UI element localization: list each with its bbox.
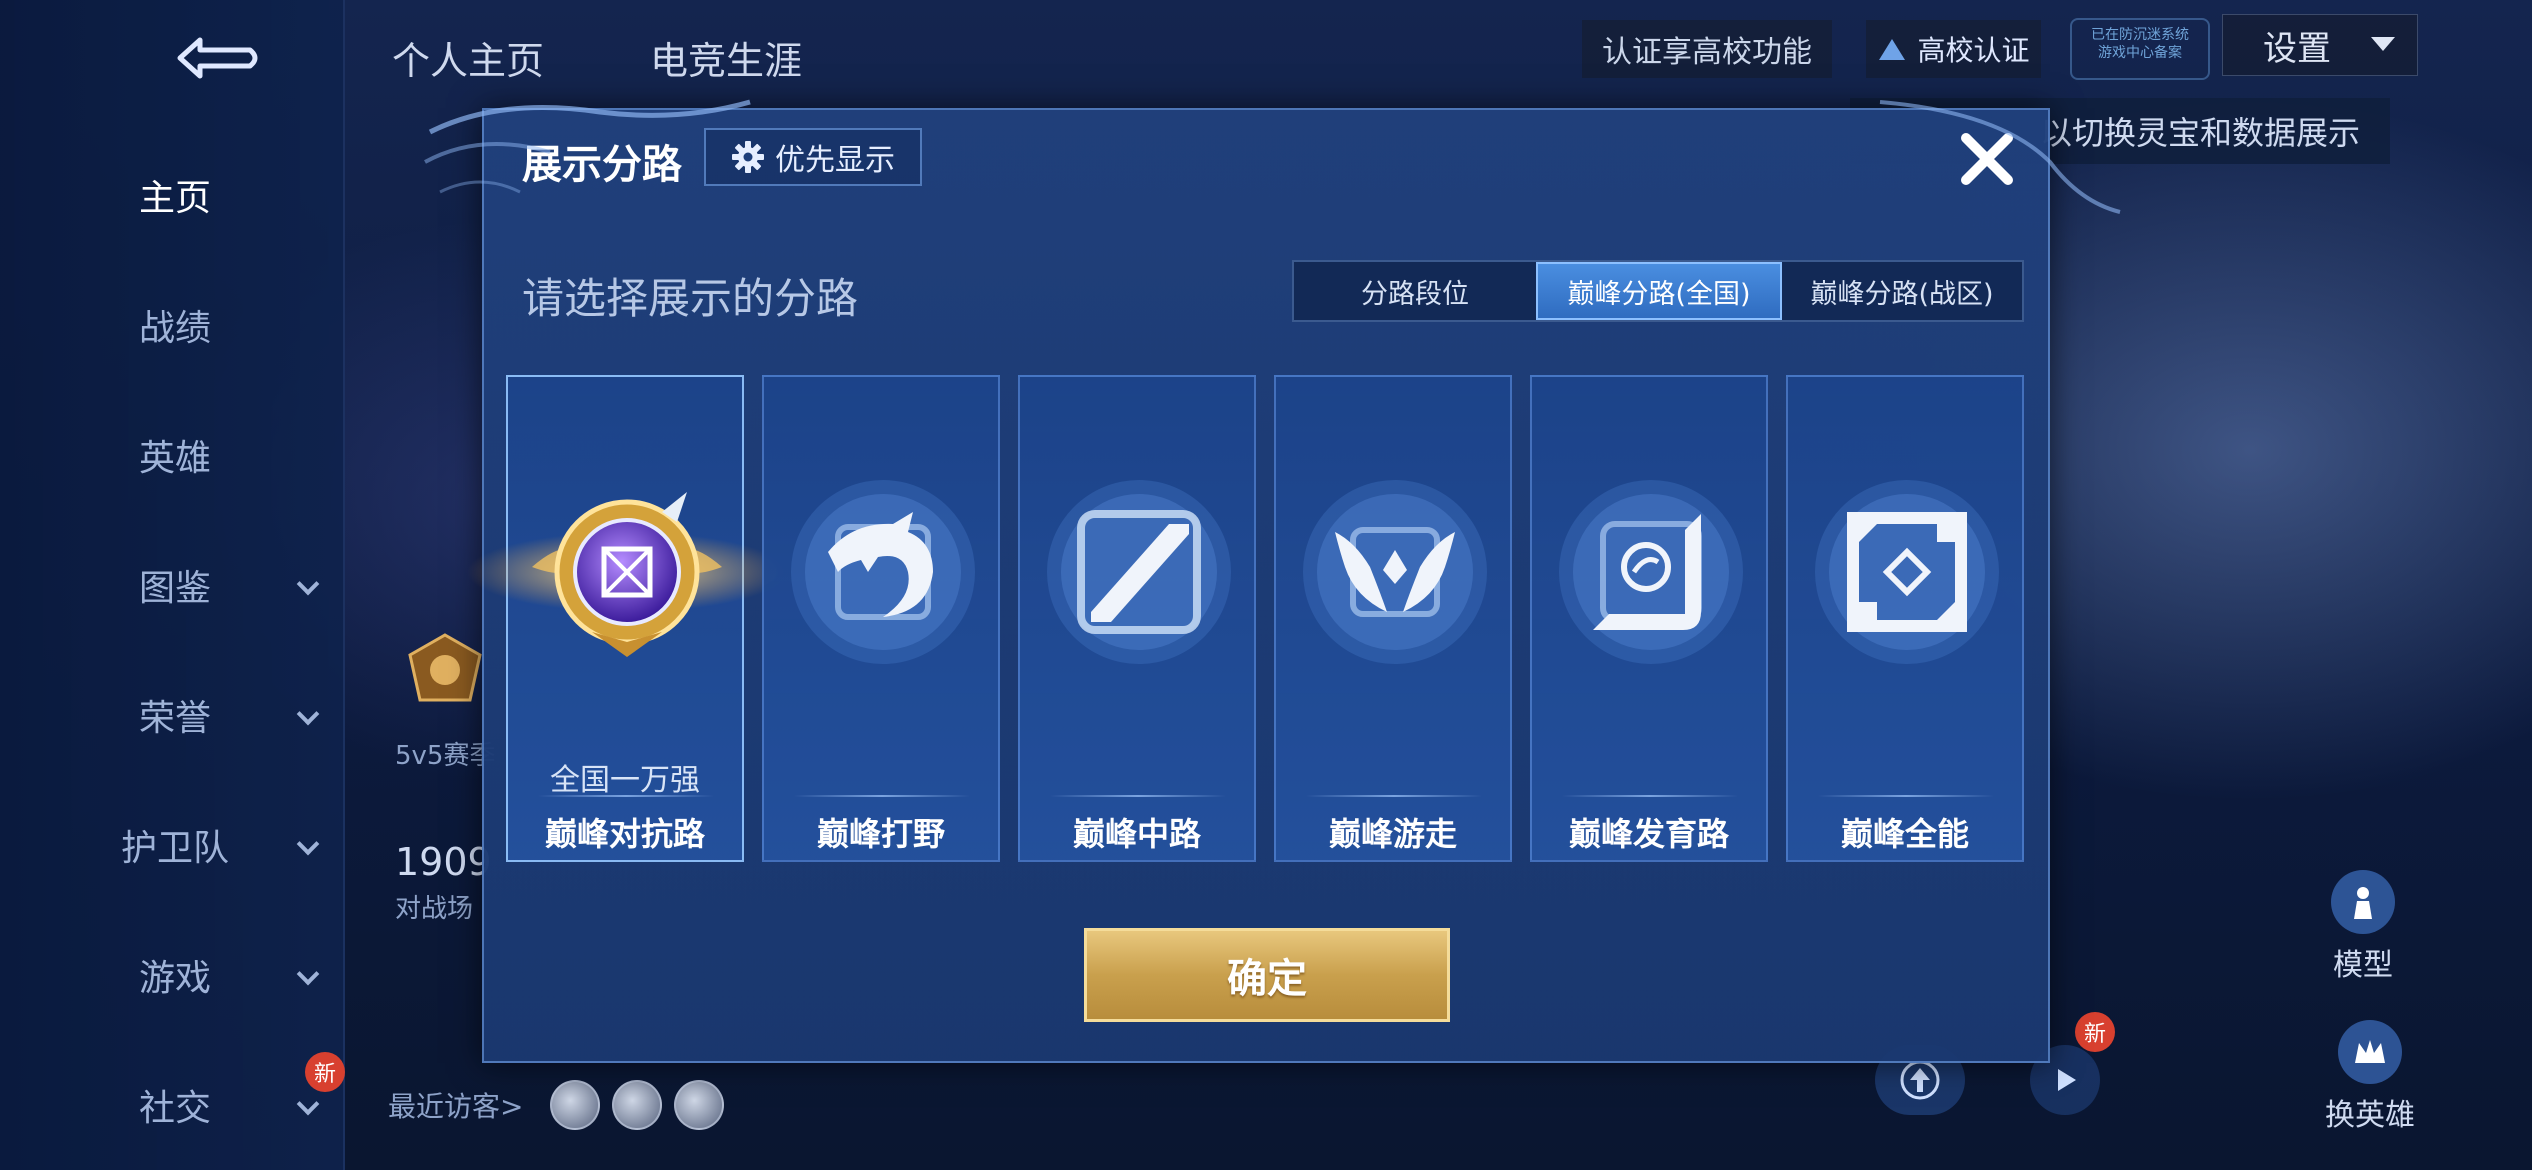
sidebar-item-label: 荣誉 — [138, 698, 212, 739]
battle-count-label: 对战场 — [395, 894, 474, 924]
wings-roam-icon — [1295, 472, 1495, 672]
avatar[interactable] — [674, 1080, 724, 1130]
mode-text: 5v5赛季 — [395, 741, 496, 771]
chevron-down-icon — [296, 1092, 320, 1116]
card-lane-name: 巅峰发育路 — [1568, 815, 1729, 853]
tab-esports-career[interactable]: 电竞生涯 — [650, 30, 802, 85]
close-icon[interactable] — [1952, 124, 2022, 194]
card-divider — [794, 795, 970, 797]
modal-subtitle: 请选择展示的分路 — [522, 274, 859, 323]
avatar[interactable] — [550, 1080, 600, 1130]
chevron-down-icon — [296, 702, 320, 726]
person-icon — [2331, 870, 2395, 934]
sidebar-item-label: 图鉴 — [138, 568, 212, 609]
sidebar-item-home[interactable]: 主页 — [0, 150, 345, 240]
mid-lane-slash-icon — [1039, 472, 1239, 672]
lane-card-mid[interactable]: 巅峰中路 — [1018, 375, 1256, 862]
model-label: 模型 — [2333, 948, 2393, 983]
tab-lane-rank[interactable]: 分路段位 — [1294, 262, 1536, 320]
chevron-down-icon — [296, 572, 320, 596]
anti-addiction-line: 游戏中心备案 — [2098, 45, 2182, 61]
bot-lane-icon — [1551, 472, 1751, 672]
lane-display-modal: 展示分路 优先显示 请选择展示的分路 分路段位 巅峰分路(全国) 巅峰分路(战区… — [467, 108, 2050, 1063]
lane-mode-segmented-control: 分路段位 巅峰分路(全国) 巅峰分路(战区) — [1292, 260, 2024, 322]
tab-peak-lane-region[interactable]: 巅峰分路(战区) — [1782, 262, 2022, 320]
priority-display-button[interactable]: 优先显示 — [704, 128, 922, 186]
chevron-down-icon — [296, 832, 320, 856]
tab-peak-lane-national[interactable]: 巅峰分路(全国) — [1536, 262, 1782, 320]
change-hero-button[interactable]: 换英雄 — [2300, 1020, 2440, 1133]
battle-count: 1909 — [395, 840, 492, 884]
card-divider — [1818, 795, 1994, 797]
sidebar-item-records[interactable]: 战绩 — [0, 280, 345, 370]
card-divider — [538, 795, 714, 797]
settings-label: 设置 — [2263, 28, 2331, 69]
caret-down-icon — [2371, 37, 2395, 51]
sidebar-item-games[interactable]: 游戏 — [0, 930, 345, 1020]
lane-card-bot[interactable]: 巅峰发育路 — [1530, 375, 1768, 862]
modal-title: 展示分路 — [522, 142, 682, 188]
top-lane-emblem-icon — [467, 472, 787, 672]
back-arrow-icon[interactable] — [160, 30, 270, 86]
sidebar-item-codex[interactable]: 图鉴 — [0, 540, 345, 630]
dragon-jungle-icon — [783, 472, 983, 672]
mountain-icon — [1879, 39, 1906, 60]
all-round-icon — [1807, 472, 2007, 672]
anti-addiction-badge: 已在防沉迷系统 游戏中心备案 — [2070, 18, 2210, 80]
card-divider — [1562, 795, 1738, 797]
college-verify-badge[interactable]: 高校认证 — [1866, 20, 2041, 78]
model-button[interactable]: 模型 — [2318, 870, 2408, 983]
sidebar-item-label: 英雄 — [138, 438, 212, 479]
lane-card-top[interactable]: 全国一万强 巅峰对抗路 — [467, 375, 787, 862]
crown-icon — [2338, 1020, 2402, 1084]
sidebar-item-label: 主页 — [138, 178, 212, 219]
card-divider — [1306, 795, 1482, 797]
card-rank-subtitle: 全国一万强 — [550, 763, 700, 798]
sidebar-item-social[interactable]: 社交 — [0, 1060, 345, 1150]
college-badge-label: 高校认证 — [1917, 34, 2030, 67]
priority-label: 优先显示 — [775, 143, 895, 178]
card-lane-name: 巅峰游走 — [1328, 815, 1457, 853]
change-hero-label: 换英雄 — [2325, 1098, 2415, 1133]
avatar[interactable] — [612, 1080, 662, 1130]
sidebar: 主页 战绩 英雄 图鉴 荣誉 护卫队 游戏 社交 新 — [0, 0, 345, 1170]
card-lane-name: 巅峰对抗路 — [544, 815, 705, 853]
card-lane-name: 巅峰全能 — [1840, 815, 1969, 853]
lane-card-all-round[interactable]: 巅峰全能 — [1786, 375, 2024, 862]
card-divider — [1050, 795, 1226, 797]
new-badge: 新 — [2075, 1012, 2115, 1052]
recent-visitors-link[interactable]: 最近访客> — [388, 1085, 523, 1125]
card-lane-name: 巅峰中路 — [1072, 815, 1201, 853]
sidebar-item-label: 战绩 — [138, 308, 212, 349]
chevron-down-icon — [296, 962, 320, 986]
sidebar-item-guard[interactable]: 护卫队 — [0, 800, 345, 890]
lane-card-jungle[interactable]: 巅峰打野 — [762, 375, 1000, 862]
settings-dropdown[interactable]: 设置 — [2222, 14, 2418, 76]
tab-profile[interactable]: 个人主页 — [392, 30, 544, 85]
sidebar-item-label: 护卫队 — [120, 828, 230, 869]
lane-card-roam[interactable]: 巅峰游走 — [1274, 375, 1512, 862]
sidebar-item-heroes[interactable]: 英雄 — [0, 410, 345, 500]
verify-college-button[interactable]: 认证享高校功能 — [1582, 20, 1832, 78]
sidebar-item-label: 社交 — [138, 1088, 212, 1129]
anti-addiction-line: 已在防沉迷系统 — [2091, 27, 2189, 43]
sidebar-item-honor[interactable]: 荣誉 — [0, 670, 345, 760]
arrow-up-icon — [1900, 1060, 1940, 1100]
sidebar-item-label: 游戏 — [138, 958, 212, 999]
card-lane-name: 巅峰打野 — [816, 815, 945, 853]
gear-icon — [732, 141, 764, 173]
new-badge: 新 — [305, 1052, 345, 1092]
confirm-button[interactable]: 确定 — [1084, 928, 1450, 1022]
play-icon — [2058, 1069, 2076, 1091]
